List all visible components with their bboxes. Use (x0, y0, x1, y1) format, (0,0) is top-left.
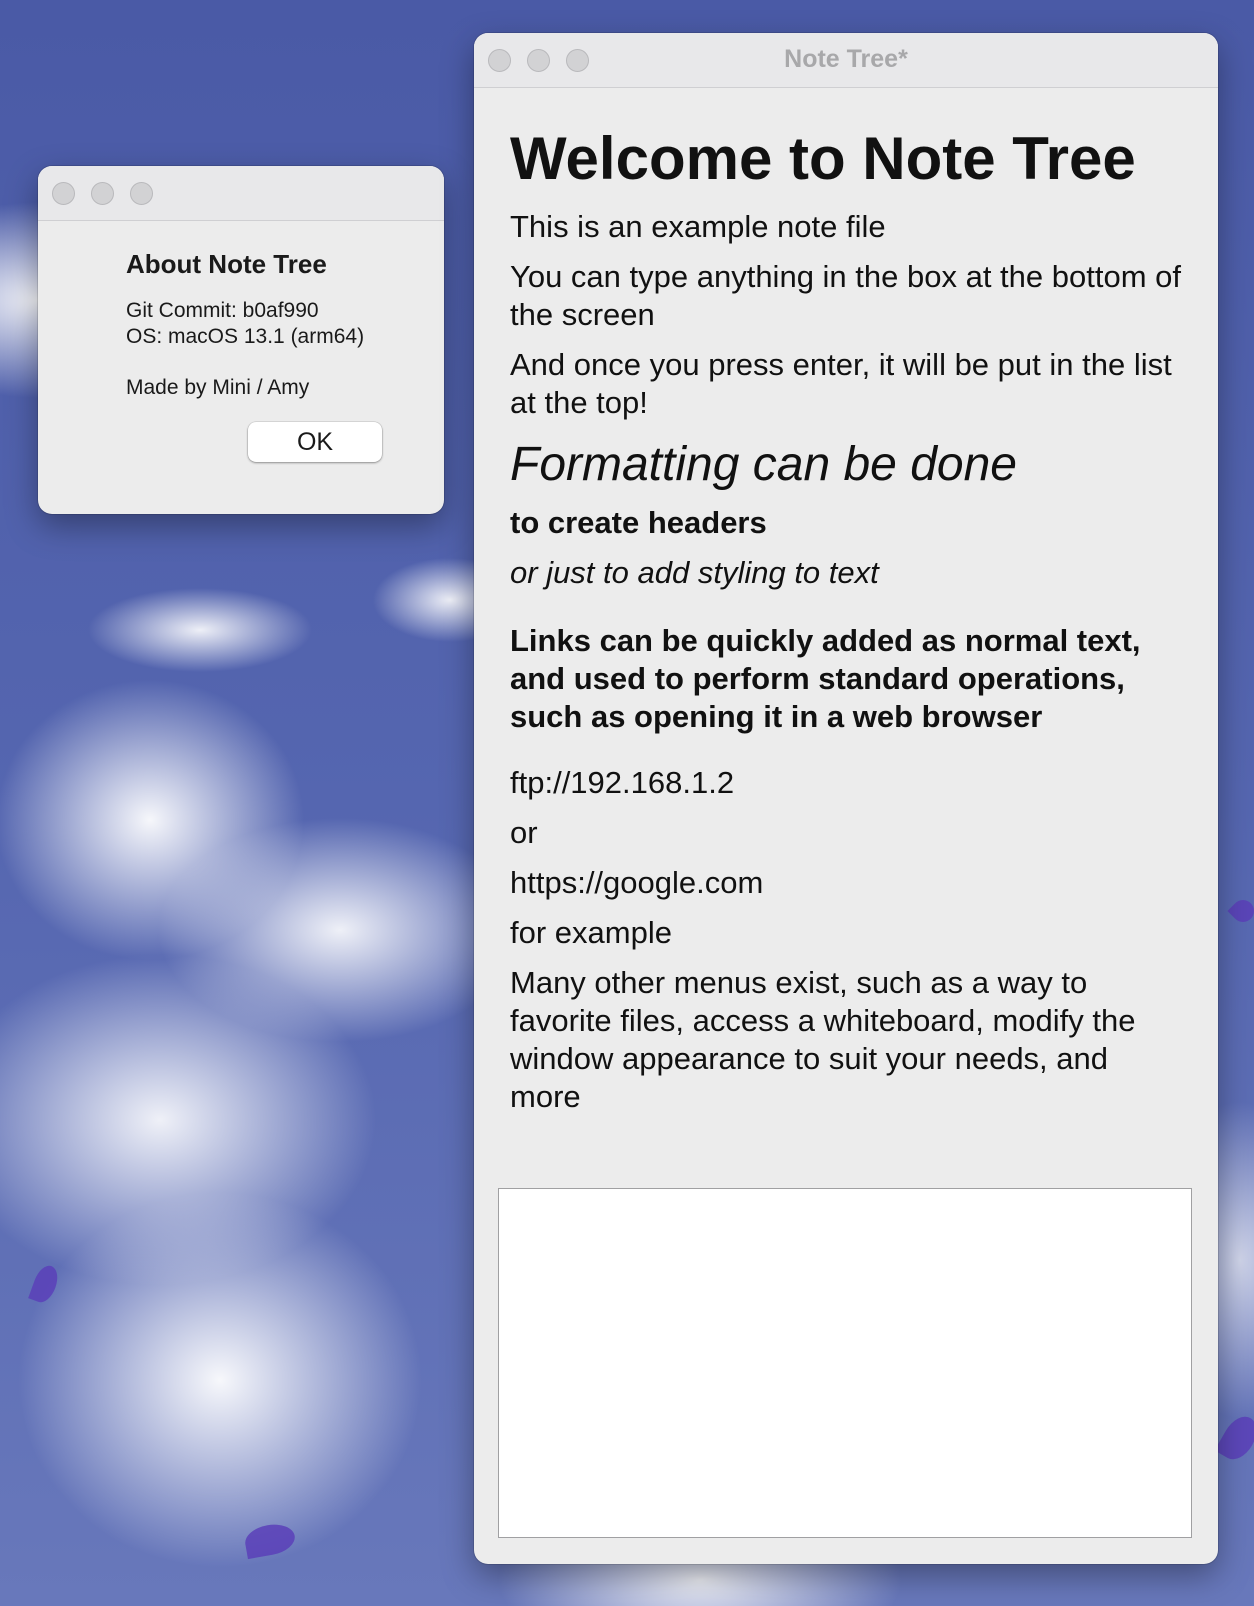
note-item[interactable]: You can type anything in the box at the … (510, 258, 1182, 334)
petal-decoration (1227, 895, 1254, 927)
about-dialog: About Note Tree Git Commit: b0af990 OS: … (38, 166, 444, 514)
note-tree-window: Note Tree* Welcome to Note Tree This is … (474, 33, 1218, 1564)
os-text: OS: macOS 13.1 (arm64) (126, 325, 365, 348)
window-title: Note Tree* (784, 45, 908, 73)
about-titlebar[interactable] (38, 166, 444, 221)
note-item-bold[interactable]: Links can be quickly added as normal tex… (510, 622, 1182, 736)
git-commit-text: Git Commit: b0af990 (126, 299, 319, 322)
note-subheading[interactable]: Formatting can be done (510, 434, 1182, 496)
note-item[interactable]: And once you press enter, it will be put… (510, 346, 1182, 422)
main-titlebar[interactable]: Note Tree* (474, 33, 1218, 88)
petal-decoration (242, 1520, 298, 1560)
petal-decoration (28, 1262, 62, 1306)
petal-decoration (1214, 1410, 1254, 1466)
ok-button[interactable]: OK (248, 422, 382, 462)
note-input[interactable] (498, 1188, 1192, 1538)
note-list: Welcome to Note Tree This is an example … (474, 88, 1218, 1116)
note-link-ftp[interactable]: ftp://192.168.1.2 (510, 764, 1182, 802)
zoom-button[interactable] (130, 182, 153, 205)
note-item[interactable]: or (510, 814, 1182, 852)
minimize-button[interactable] (91, 182, 114, 205)
note-heading[interactable]: Welcome to Note Tree (510, 124, 1182, 194)
about-title: About Note Tree (126, 249, 327, 279)
note-item[interactable]: Many other menus exist, such as a way to… (510, 964, 1182, 1116)
window-controls (52, 182, 153, 205)
note-item-bold[interactable]: to create headers (510, 504, 1182, 542)
made-by-text: Made by Mini / Amy (126, 376, 310, 399)
note-item[interactable]: for example (510, 914, 1182, 952)
note-link-https[interactable]: https://google.com (510, 864, 1182, 902)
close-button[interactable] (52, 182, 75, 205)
about-content: About Note Tree Git Commit: b0af990 OS: … (38, 221, 444, 400)
note-item[interactable]: This is an example note file (510, 208, 1182, 246)
note-item-italic[interactable]: or just to add styling to text (510, 554, 1182, 592)
